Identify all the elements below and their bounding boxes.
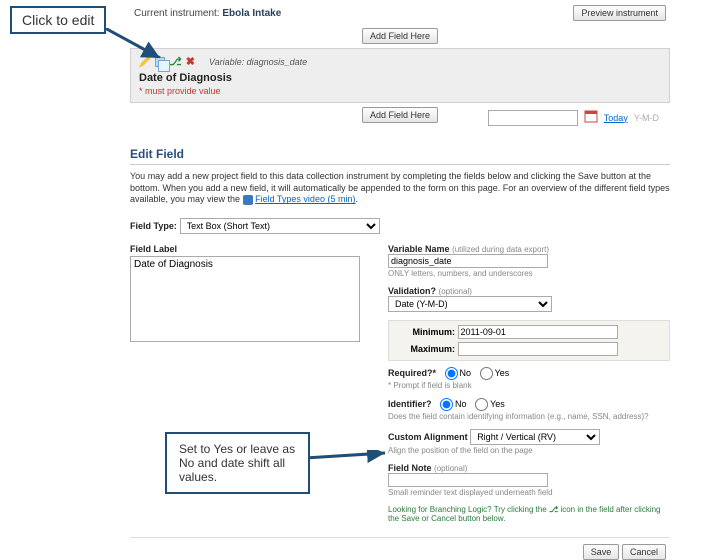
alignment-note: Align the position of the field on the p… — [388, 446, 533, 455]
field-type-select[interactable]: Text Box (Short Text) — [180, 218, 380, 234]
variable-name-input[interactable] — [388, 254, 548, 268]
field-note-note: Small reminder text displayed underneath… — [388, 488, 553, 497]
identifier-note: Does the field contain identifying infor… — [388, 412, 649, 421]
identifier-no-radio[interactable] — [440, 398, 453, 411]
callout-identifier-note: Set to Yes or leave as No and date shift… — [165, 432, 310, 494]
identifier-yes-text: Yes — [490, 399, 505, 409]
min-input[interactable] — [458, 325, 618, 339]
minmax-box: Minimum: Maximum: — [388, 320, 670, 361]
alignment-select[interactable]: Right / Vertical (RV) — [470, 429, 600, 445]
branch-icon-inline: ⎇ — [549, 505, 558, 514]
delete-icon[interactable]: ✖ — [186, 55, 195, 68]
required-yes-text: Yes — [495, 368, 510, 378]
identifier-label: Identifier? — [388, 399, 432, 409]
validation-hint: (optional) — [439, 287, 472, 296]
max-input[interactable] — [458, 342, 618, 356]
add-field-button-bottom[interactable]: Add Field Here — [362, 107, 438, 123]
callout-click-to-edit: Click to edit — [10, 6, 106, 34]
variable-name-display: diagnosis_date — [247, 57, 308, 67]
instrument-header: Current instrument: Ebola Intake Preview… — [130, 2, 670, 24]
field-block-diagnosis-date: ⎇ ✖ Variable: diagnosis_date Date of Dia… — [130, 48, 670, 103]
date-format-hint: Y-M-D — [634, 113, 659, 123]
max-label: Maximum: — [395, 344, 455, 354]
panel-description: You may add a new project field to this … — [130, 171, 670, 206]
field-note-input[interactable] — [388, 473, 548, 487]
preview-instrument-button[interactable]: Preview instrument — [573, 5, 666, 21]
required-no-text: No — [460, 368, 472, 378]
edit-field-panel: Edit Field You may add a new project fie… — [130, 147, 670, 560]
required-label: Required?* — [388, 368, 436, 378]
copy-icon[interactable] — [155, 57, 165, 67]
alignment-label: Custom Alignment — [388, 432, 468, 442]
variable-name-label: Variable Name — [388, 244, 450, 254]
identifier-yes-radio[interactable] — [475, 398, 488, 411]
save-button[interactable]: Save — [583, 544, 620, 560]
cancel-button[interactable]: Cancel — [622, 544, 666, 560]
required-yes-radio[interactable] — [480, 367, 493, 380]
add-field-button-top[interactable]: Add Field Here — [362, 28, 438, 44]
branch-icon[interactable]: ⎇ — [169, 55, 182, 68]
callout-arrow-bottom — [305, 450, 395, 470]
field-type-label: Field Type: — [130, 221, 177, 231]
date-input[interactable] — [488, 110, 578, 126]
identifier-no-text: No — [455, 399, 467, 409]
field-note-hint: (optional) — [434, 464, 467, 473]
today-link[interactable]: Today — [604, 113, 628, 123]
must-provide-note: * must provide value — [139, 86, 661, 96]
required-note: * Prompt if field is blank — [388, 381, 472, 390]
validation-select[interactable]: Date (Y-M-D) — [388, 296, 552, 312]
current-instrument-name: Ebola Intake — [222, 8, 281, 19]
current-instrument-label: Current instrument: — [134, 8, 220, 19]
validation-label: Validation? — [388, 286, 436, 296]
callout-arrow-top — [105, 28, 165, 58]
required-no-radio[interactable] — [445, 367, 458, 380]
field-label-label: Field Label — [130, 244, 370, 254]
field-display-label: Date of Diagnosis — [139, 72, 661, 84]
variable-prefix: Variable: — [209, 57, 244, 67]
field-label-textarea[interactable]: Date of Diagnosis — [130, 256, 360, 342]
min-label: Minimum: — [395, 327, 455, 337]
panel-title: Edit Field — [130, 147, 670, 165]
branching-text-1: Looking for Branching Logic? Try clickin… — [388, 505, 549, 514]
field-types-video-link[interactable]: Field Types video (5 min) — [255, 194, 355, 204]
video-icon — [243, 195, 253, 205]
variable-name-note: ONLY letters, numbers, and underscores — [388, 269, 533, 278]
variable-name-hint: (utilized during data export) — [452, 245, 549, 254]
calendar-icon[interactable] — [584, 109, 598, 126]
